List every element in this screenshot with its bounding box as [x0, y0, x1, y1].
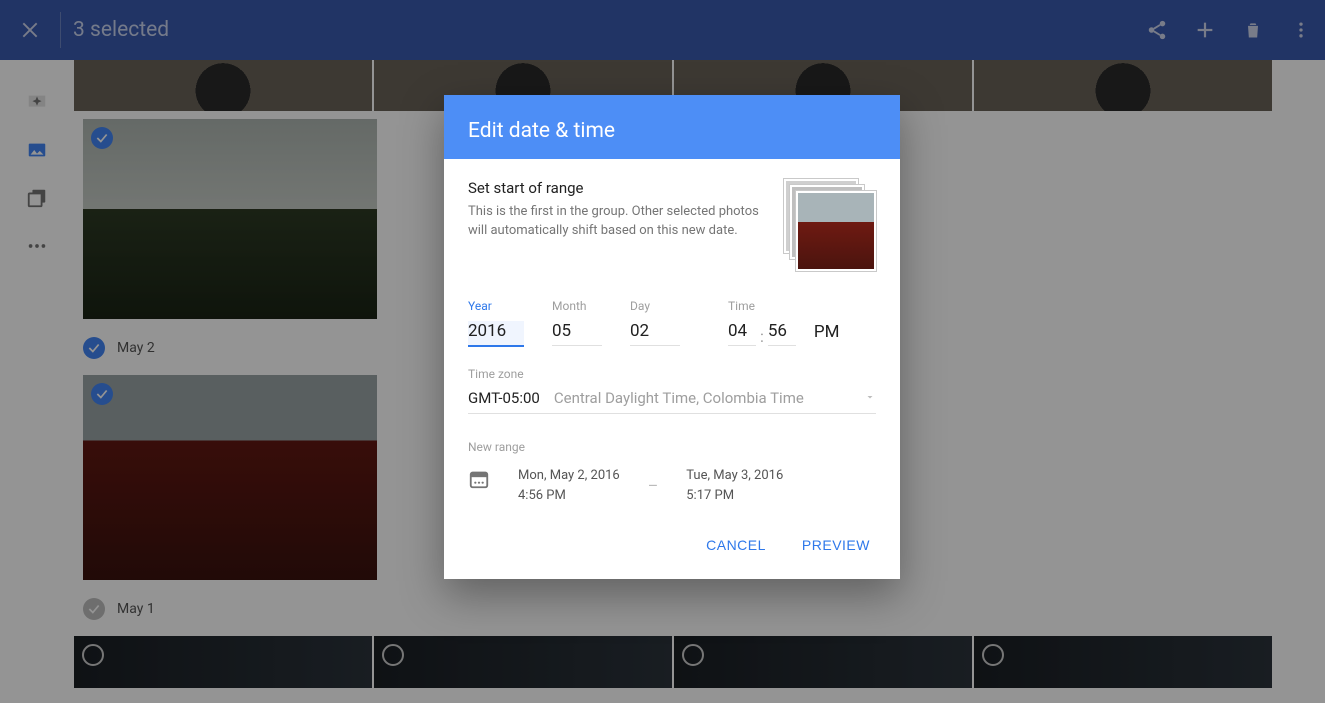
day-value[interactable]: 02 — [630, 321, 680, 346]
year-value[interactable]: 2016 — [468, 321, 524, 347]
month-label: Month — [552, 299, 602, 313]
range-start: Mon, May 2, 2016 4:56 PM — [518, 466, 620, 505]
dialog-subtitle: Set start of range — [468, 179, 766, 197]
timezone-label: Time zone — [468, 367, 876, 381]
month-field[interactable]: Month 05 — [552, 299, 602, 347]
time-minute-value[interactable]: 56 — [768, 321, 796, 346]
time-label: Time — [728, 299, 844, 313]
dialog-actions: CANCEL PREVIEW — [444, 515, 900, 579]
range-end: Tue, May 3, 2016 5:17 PM — [686, 466, 783, 505]
time-field[interactable]: Time 04 : 56 PM — [728, 299, 844, 347]
day-label: Day — [630, 299, 680, 313]
year-label: Year — [468, 299, 524, 313]
range-separator: – — [648, 476, 659, 495]
timezone-name: Central Daylight Time, Colombia Time — [554, 389, 850, 407]
timezone-field[interactable]: Time zone GMT-05:00 Central Daylight Tim… — [468, 367, 876, 414]
range-start-date: Mon, May 2, 2016 — [518, 466, 620, 486]
dialog-body: Set start of range This is the first in … — [444, 159, 900, 515]
year-field[interactable]: Year 2016 — [468, 299, 524, 347]
range-start-time: 4:56 PM — [518, 486, 620, 506]
new-range-label: New range — [468, 440, 876, 454]
range-end-date: Tue, May 3, 2016 — [686, 466, 783, 486]
edit-date-time-dialog: Edit date & time Set start of range This… — [444, 95, 900, 579]
calendar-icon — [468, 468, 490, 494]
timezone-gmt: GMT-05:00 — [468, 389, 540, 407]
dropdown-arrow-icon — [864, 389, 876, 407]
time-period-value[interactable]: PM — [814, 322, 844, 346]
preview-button[interactable]: PREVIEW — [794, 531, 878, 559]
dialog-thumbnail-preview — [784, 179, 876, 271]
month-value[interactable]: 05 — [552, 321, 602, 346]
time-hour-value[interactable]: 04 — [728, 321, 756, 346]
new-range-section: New range Mon, May 2, 2016 4:56 PM – Tue… — [468, 440, 876, 505]
range-end-time: 5:17 PM — [686, 486, 783, 506]
day-field[interactable]: Day 02 — [630, 299, 680, 347]
dialog-title: Edit date & time — [444, 95, 900, 159]
dialog-description: This is the first in the group. Other se… — [468, 203, 766, 241]
cancel-button[interactable]: CANCEL — [698, 531, 774, 559]
